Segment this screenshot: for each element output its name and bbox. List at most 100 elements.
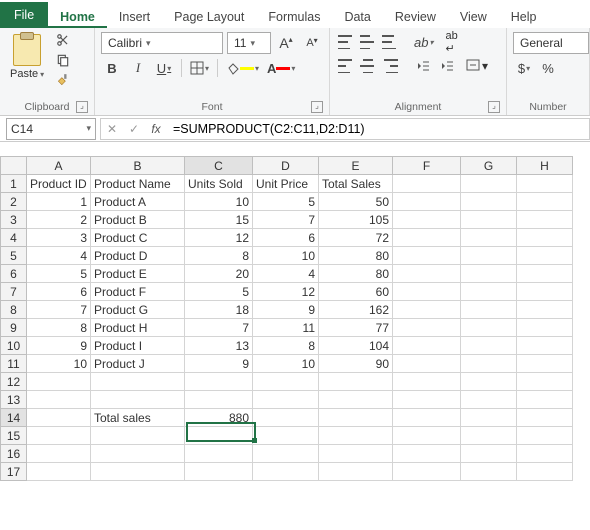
row-header-1[interactable]: 1 <box>1 175 27 193</box>
cell-B10[interactable]: Product I <box>91 337 185 355</box>
cell-C3[interactable]: 15 <box>185 211 253 229</box>
cell-F12[interactable] <box>393 373 461 391</box>
percent-format-button[interactable]: % <box>537 58 559 78</box>
cell-C17[interactable] <box>185 463 253 481</box>
cell-H5[interactable] <box>517 247 573 265</box>
cell-H9[interactable] <box>517 319 573 337</box>
copy-button[interactable] <box>54 52 72 68</box>
cell-D11[interactable]: 10 <box>253 355 319 373</box>
cell-H12[interactable] <box>517 373 573 391</box>
accounting-format-button[interactable]: $▾ <box>513 58 535 78</box>
cell-F5[interactable] <box>393 247 461 265</box>
cell-A1[interactable]: Product ID <box>27 175 91 193</box>
cell-H17[interactable] <box>517 463 573 481</box>
cell-C16[interactable] <box>185 445 253 463</box>
cancel-formula-button[interactable]: ✕ <box>101 122 123 136</box>
cell-G14[interactable] <box>461 409 517 427</box>
row-header-10[interactable]: 10 <box>1 337 27 355</box>
cell-D6[interactable]: 4 <box>253 265 319 283</box>
cell-A3[interactable]: 2 <box>27 211 91 229</box>
chevron-down-icon[interactable]: ▾ <box>205 64 209 73</box>
cell-D7[interactable]: 12 <box>253 283 319 301</box>
chevron-down-icon[interactable]: ▾ <box>86 123 91 134</box>
chevron-down-icon[interactable]: ▾ <box>482 59 488 73</box>
cell-B6[interactable]: Product E <box>91 265 185 283</box>
cell-B5[interactable]: Product D <box>91 247 185 265</box>
cell-A16[interactable] <box>27 445 91 463</box>
cell-B8[interactable]: Product G <box>91 301 185 319</box>
cut-button[interactable] <box>54 32 72 48</box>
dialog-launcher-icon[interactable]: ⌟ <box>311 101 323 113</box>
row-header-6[interactable]: 6 <box>1 265 27 283</box>
cell-H16[interactable] <box>517 445 573 463</box>
col-header-H[interactable]: H <box>517 157 573 175</box>
cell-E13[interactable] <box>319 391 393 409</box>
col-header-D[interactable]: D <box>253 157 319 175</box>
cell-A7[interactable]: 6 <box>27 283 91 301</box>
cell-C14[interactable]: 880 <box>185 409 253 427</box>
cell-E12[interactable] <box>319 373 393 391</box>
wrap-text-button[interactable]: ab↵ <box>443 33 459 51</box>
merge-center-button[interactable]: ▾ <box>464 57 490 75</box>
cell-E14[interactable] <box>319 409 393 427</box>
cell-D8[interactable]: 9 <box>253 301 319 319</box>
col-header-B[interactable]: B <box>91 157 185 175</box>
bold-button[interactable]: B <box>101 58 123 78</box>
font-color-button[interactable]: A▾ <box>265 58 297 78</box>
cell-A12[interactable] <box>27 373 91 391</box>
cell-G2[interactable] <box>461 193 517 211</box>
cell-B17[interactable] <box>91 463 185 481</box>
cell-D1[interactable]: Unit Price <box>253 175 319 193</box>
row-header-17[interactable]: 17 <box>1 463 27 481</box>
cell-H15[interactable] <box>517 427 573 445</box>
cell-G11[interactable] <box>461 355 517 373</box>
chevron-down-icon[interactable]: ▾ <box>167 64 171 73</box>
cell-H8[interactable] <box>517 301 573 319</box>
increase-font-button[interactable]: A▴ <box>275 33 297 53</box>
cell-F2[interactable] <box>393 193 461 211</box>
cell-A15[interactable] <box>27 427 91 445</box>
cell-G15[interactable] <box>461 427 517 445</box>
tab-data[interactable]: Data <box>332 4 382 28</box>
orientation-button[interactable]: ab▾ <box>412 32 435 52</box>
cell-C11[interactable]: 9 <box>185 355 253 373</box>
cell-B1[interactable]: Product Name <box>91 175 185 193</box>
col-header-E[interactable]: E <box>319 157 393 175</box>
cell-A17[interactable] <box>27 463 91 481</box>
cell-F6[interactable] <box>393 265 461 283</box>
cell-D10[interactable]: 8 <box>253 337 319 355</box>
row-header-12[interactable]: 12 <box>1 373 27 391</box>
cell-G13[interactable] <box>461 391 517 409</box>
cell-E3[interactable]: 105 <box>319 211 393 229</box>
cell-D16[interactable] <box>253 445 319 463</box>
increase-indent-button[interactable] <box>436 56 458 76</box>
cell-B4[interactable]: Product C <box>91 229 185 247</box>
cell-E1[interactable]: Total Sales <box>319 175 393 193</box>
cell-E8[interactable]: 162 <box>319 301 393 319</box>
number-format-combo[interactable]: General <box>513 32 589 54</box>
cell-F3[interactable] <box>393 211 461 229</box>
cell-E4[interactable]: 72 <box>319 229 393 247</box>
cell-G8[interactable] <box>461 301 517 319</box>
cell-H2[interactable] <box>517 193 573 211</box>
cell-H4[interactable] <box>517 229 573 247</box>
cell-F7[interactable] <box>393 283 461 301</box>
col-header-C[interactable]: C <box>185 157 253 175</box>
cell-E17[interactable] <box>319 463 393 481</box>
cell-B12[interactable] <box>91 373 185 391</box>
cell-F8[interactable] <box>393 301 461 319</box>
row-header-9[interactable]: 9 <box>1 319 27 337</box>
cell-B9[interactable]: Product H <box>91 319 185 337</box>
paste-button[interactable]: Paste▾ <box>6 32 48 88</box>
cell-C4[interactable]: 12 <box>185 229 253 247</box>
row-header-8[interactable]: 8 <box>1 301 27 319</box>
cell-A6[interactable]: 5 <box>27 265 91 283</box>
worksheet-grid[interactable]: ABCDEFGH1Product IDProduct NameUnits Sol… <box>0 156 590 481</box>
row-header-16[interactable]: 16 <box>1 445 27 463</box>
cell-F14[interactable] <box>393 409 461 427</box>
underline-button[interactable]: U▾ <box>153 58 175 78</box>
cell-H7[interactable] <box>517 283 573 301</box>
cell-E16[interactable] <box>319 445 393 463</box>
cell-A11[interactable]: 10 <box>27 355 91 373</box>
cell-C5[interactable]: 8 <box>185 247 253 265</box>
